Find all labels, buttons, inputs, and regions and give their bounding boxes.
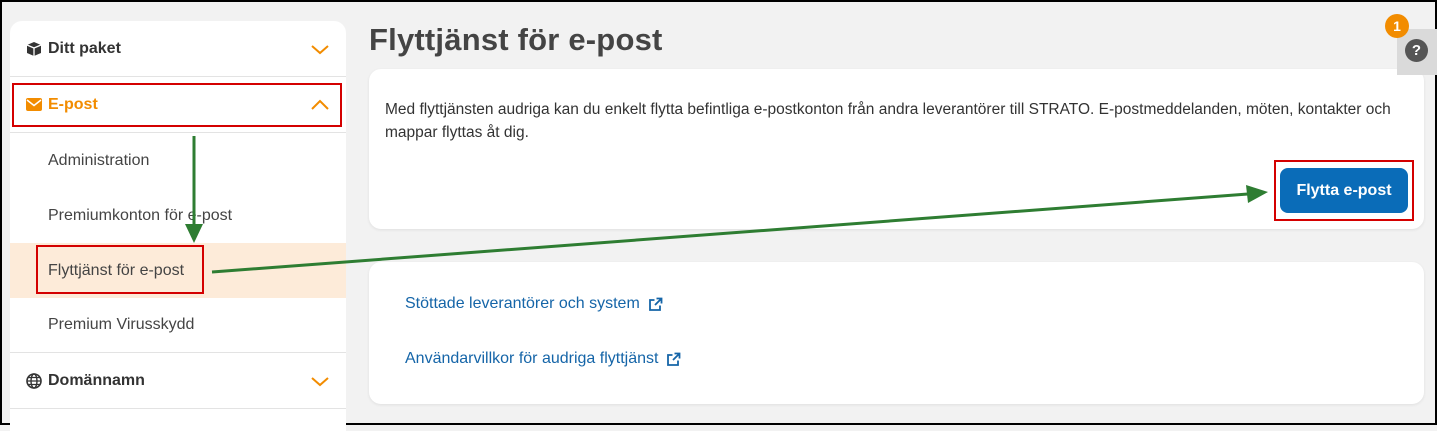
question-icon: ? — [1405, 39, 1428, 62]
move-email-button[interactable]: Flytta e-post — [1280, 168, 1408, 213]
envelope-icon — [26, 97, 42, 113]
sidebar-subitem-premium-virusskydd[interactable]: Premium Virusskydd — [10, 298, 346, 353]
link-label: Stöttade leverantörer och system — [405, 295, 640, 312]
sidebar-item-label: Ditt paket — [48, 39, 121, 57]
sidebar-item-ditt-paket[interactable]: Ditt paket — [10, 21, 346, 77]
external-link-icon — [667, 352, 681, 366]
globe-icon — [26, 372, 42, 389]
terms-link[interactable]: Användarvillkor för audriga flyttjänst — [405, 350, 681, 368]
sidebar-item-label: Domännamn — [48, 371, 145, 389]
chevron-down-icon[interactable] — [310, 371, 330, 391]
sidebar-subitem-flyttjanst[interactable]: Flyttjänst för e-post — [10, 243, 346, 298]
notification-badge: 1 — [1385, 14, 1409, 38]
chevron-up-icon[interactable] — [310, 95, 330, 115]
external-link-icon — [648, 297, 663, 311]
sidebar-item-e-post[interactable]: E-post — [10, 77, 346, 133]
sidebar-subitem-premiumkonton[interactable]: Premiumkonton för e-post — [10, 188, 346, 243]
supported-providers-link[interactable]: Stöttade leverantörer och system — [405, 295, 663, 313]
page-title: Flyttjänst för e-post — [369, 22, 663, 57]
service-description: Med flyttjänsten audriga kan du enkelt f… — [385, 101, 1391, 141]
box-icon — [26, 41, 42, 57]
chevron-down-icon[interactable] — [310, 39, 330, 59]
link-label: Användarvillkor för audriga flyttjänst — [405, 350, 659, 367]
sidebar-item-label: E-post — [48, 95, 98, 113]
links-card: Stöttade leverantörer och system Använda… — [369, 262, 1424, 404]
migration-card: Med flyttjänsten audriga kan du enkelt f… — [369, 69, 1424, 229]
sidebar-item-domannamn[interactable]: Domännamn — [10, 353, 346, 409]
sidebar: Ditt paket E-post Administration Premium… — [10, 21, 346, 431]
sidebar-subitem-administration[interactable]: Administration — [10, 133, 346, 188]
